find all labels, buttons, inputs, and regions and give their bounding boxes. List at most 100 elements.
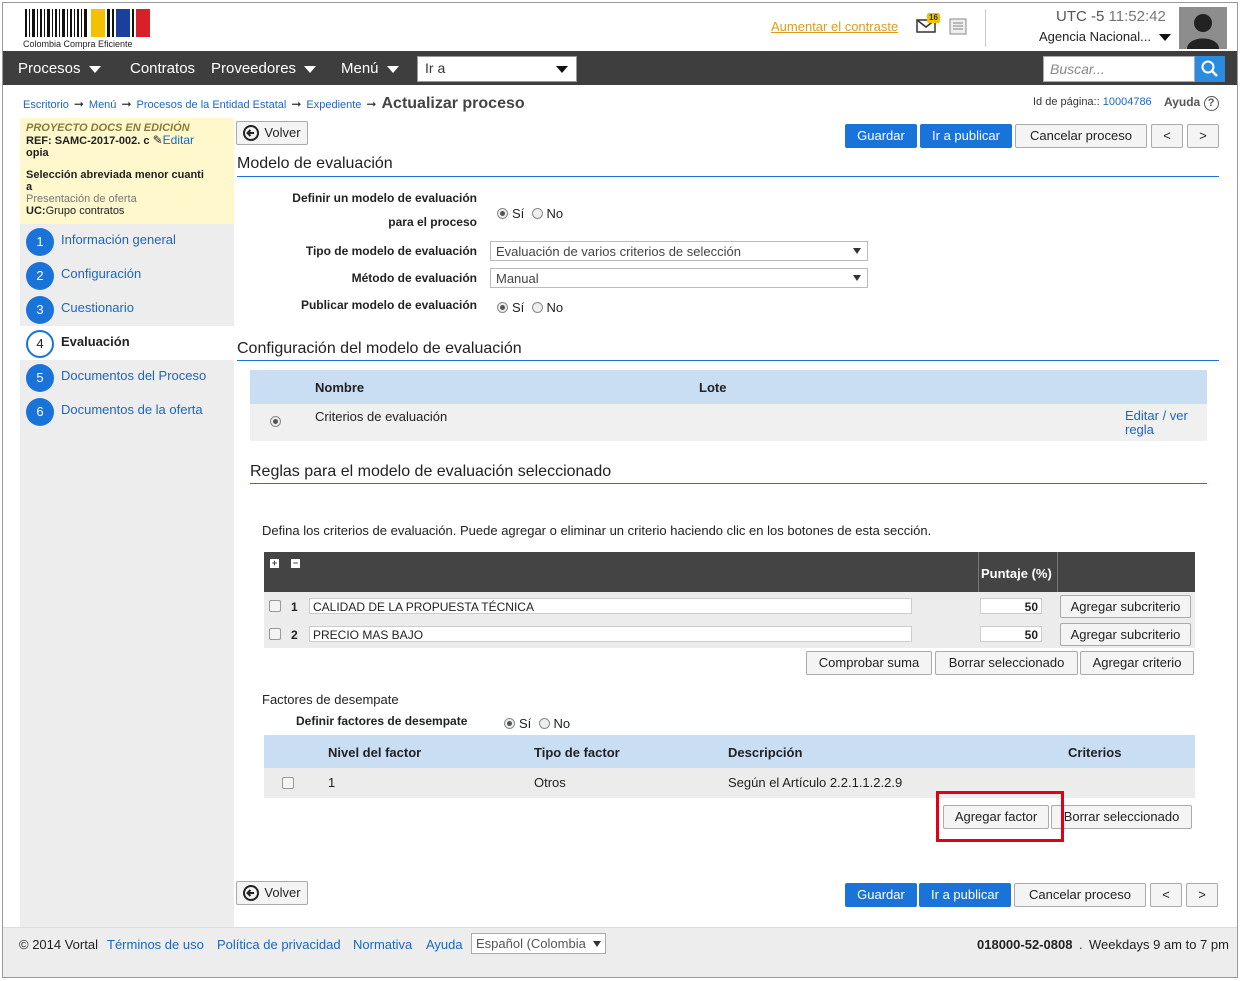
next-button-bottom[interactable]: > [1186,883,1218,907]
search-icon [1201,60,1218,77]
clock-time: 11:52:42 [1108,8,1166,25]
breadcrumb-expediente[interactable]: Expediente [306,99,361,111]
search-input[interactable]: Buscar... [1043,56,1195,82]
next-button[interactable]: > [1187,124,1219,148]
hours-separator: . [1079,937,1083,952]
help-link[interactable]: Ayuda ? [1164,95,1219,111]
goto-select[interactable]: Ir a [417,56,577,82]
radio-yes[interactable] [504,718,515,730]
model-type-value: Evaluación de varios criterios de selecc… [496,244,741,259]
criterion-name-input[interactable]: CALIDAD DE LA PROPUESTA TÉCNICA [309,598,912,614]
method-value: Manual [496,271,539,286]
nav-procesos-label: Procesos [18,60,81,77]
radio-yes-label: Sí [519,716,532,731]
step-label: Evaluación [61,334,130,349]
cancel-process-button[interactable]: Cancelar proceso [1015,124,1147,148]
radio-no[interactable] [538,718,550,730]
col-nivel: Nivel del factor [328,745,422,760]
language-select[interactable]: Español (Colombia [471,933,606,954]
tiebreak-define-label: Definir factores de desempate [296,714,468,728]
method-label: Método de evaluación [351,271,477,285]
footer-help-link[interactable]: Ayuda [426,937,463,952]
check-sum-button[interactable]: Comprobar suma [806,651,932,675]
breadcrumb-menu[interactable]: Menú [89,99,117,111]
process-phase: Presentación de oferta [26,193,137,205]
search-button[interactable] [1195,56,1225,82]
back-label: Volver [264,125,301,140]
cancel-process-button-bottom[interactable]: Cancelar proceso [1014,883,1146,907]
prev-button[interactable]: < [1151,124,1183,148]
criterion-checkbox[interactable] [269,628,281,640]
section-title-config: Configuración del modelo de evaluación [237,340,1219,361]
save-button-bottom[interactable]: Guardar [845,883,917,907]
colombia-compra-logo[interactable]: Colombia Compra Eficiente [23,7,155,49]
delete-selected-factor-button[interactable]: Borrar seleccionado [1051,805,1192,829]
chevron-down-icon [304,65,317,73]
radio-no[interactable] [531,208,543,220]
footer [3,927,1237,977]
save-button[interactable]: Guardar [845,124,917,148]
nav-proveedores-label: Proveedores [211,60,297,77]
agency-selector[interactable]: Agencia Nacional... [1039,29,1172,44]
footer-terms-link[interactable]: Términos de uso [107,937,204,952]
footer-normativa-link[interactable]: Normativa [353,937,412,952]
step-evaluacion[interactable]: 4 Evaluación [20,326,234,360]
breadcrumb-procesos[interactable]: Procesos de la Entidad Estatal [137,99,287,111]
col-descripcion: Descripción [728,745,803,760]
arrow-left-icon [243,124,260,141]
publish-button[interactable]: Ir a publicar [920,124,1012,148]
step-informacion-general[interactable]: 1 Información general [20,224,234,258]
prev-button-bottom[interactable]: < [1150,883,1182,907]
criterion-score-input[interactable]: 50 [980,626,1042,642]
step-configuracion[interactable]: 2 Configuración [20,258,234,292]
nav-contratos[interactable]: Contratos [130,60,195,77]
radio-yes[interactable] [497,208,508,220]
criterion-name-input[interactable]: PRECIO MAS BAJO [309,626,912,642]
step-documentos-oferta[interactable]: 6 Documentos de la oferta [20,394,234,428]
radio-yes[interactable] [497,302,508,314]
contrast-link[interactable]: Aumentar el contraste [771,19,898,34]
edit-rule-link[interactable]: Editar / ver regla [1125,409,1188,437]
nav-menu[interactable]: Menú [341,60,399,77]
delete-selected-criteria-button[interactable]: Borrar seleccionado [935,651,1078,675]
model-type-label: Tipo de modelo de evaluación [305,244,477,258]
tiebreak-checkbox[interactable] [282,777,294,789]
back-button-bottom[interactable]: Volver [236,881,308,905]
add-subcriterion-button[interactable]: Agregar subcriterio [1060,595,1191,618]
add-criterion-button[interactable]: Agregar criterio [1080,651,1194,675]
document-icon[interactable] [949,18,967,35]
define-model-label-2: para el proceso [388,215,477,229]
criterion-checkbox[interactable] [269,600,281,612]
radio-no-label: No [546,206,564,221]
breadcrumb-escritorio[interactable]: Escritorio [23,99,69,111]
config-row-radio[interactable] [270,416,281,428]
tiebreak-type: Otros [534,775,566,790]
step-documentos-proceso[interactable]: 5 Documentos del Proceso [20,360,234,394]
criterion-score-input[interactable]: 50 [980,598,1042,614]
tiebreak-radio: Sí No [504,716,570,731]
chevron-down-icon [556,66,568,73]
nav-procesos[interactable]: Procesos [18,60,101,77]
col-nombre: Nombre [315,380,365,395]
uc-label: UC: [26,205,46,217]
clock: UTC -5 11:52:42 [1056,8,1166,25]
publish-button-bottom[interactable]: Ir a publicar [919,883,1011,907]
footer-privacy-link[interactable]: Política de privacidad [217,937,341,952]
expand-all-icon[interactable]: + [270,559,279,568]
radio-no-label: No [553,716,571,731]
language-value: Español (Colombia [476,936,586,951]
tiebreak-title: Factores de desempate [262,692,399,707]
collapse-all-icon[interactable]: − [291,559,300,568]
method-select[interactable]: Manual [490,268,868,288]
edit-ref-link[interactable]: ✎Editar [153,133,194,147]
add-subcriterion-button[interactable]: Agregar subcriterio [1060,623,1191,646]
edit-rule-link-2: regla [1125,422,1154,437]
score-header: Puntaje (%) [981,566,1052,581]
avatar[interactable] [1179,7,1227,49]
radio-no[interactable] [531,302,543,314]
back-button[interactable]: Volver [236,121,308,145]
nav-proveedores[interactable]: Proveedores [211,60,317,77]
utc-label: UTC -5 [1056,8,1105,25]
step-cuestionario[interactable]: 3 Cuestionario [20,292,234,326]
model-type-select[interactable]: Evaluación de varios criterios de selecc… [490,241,868,261]
